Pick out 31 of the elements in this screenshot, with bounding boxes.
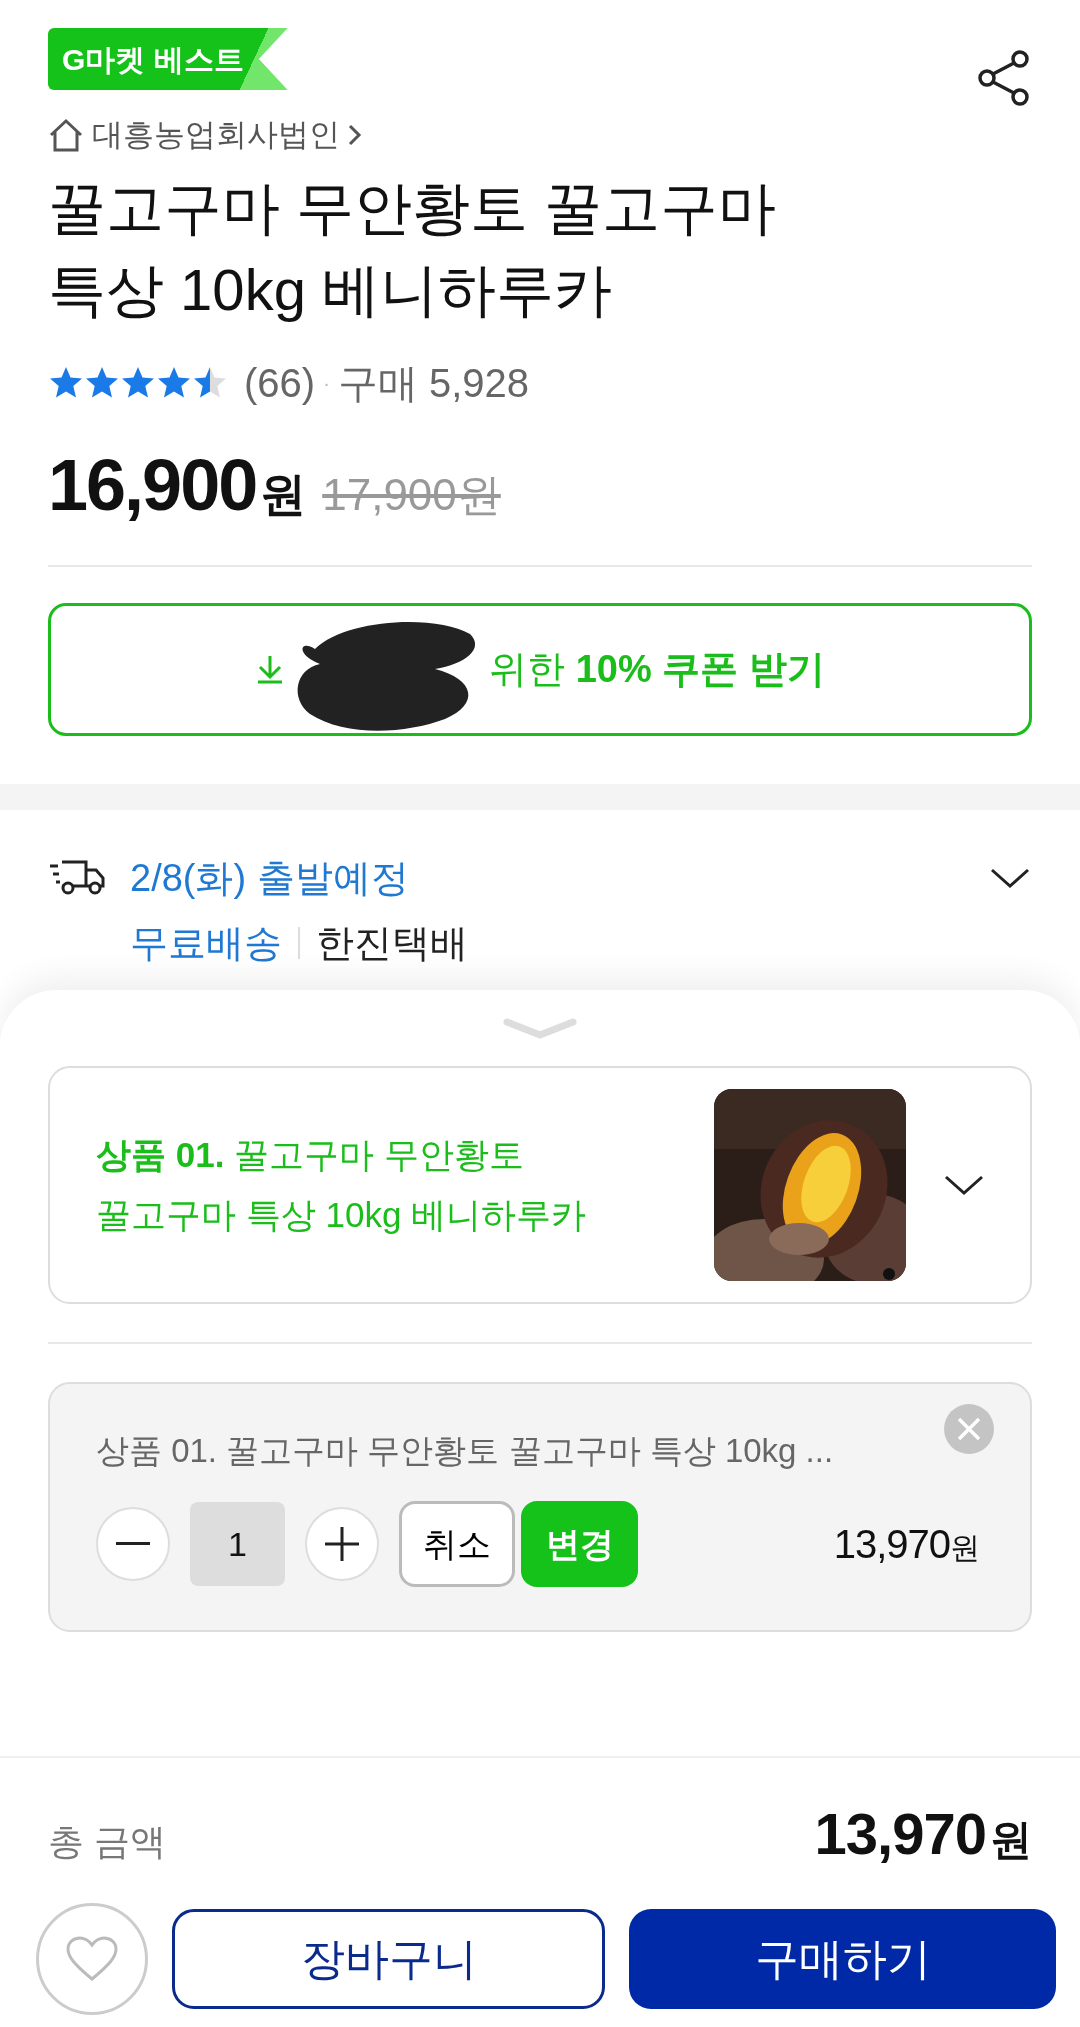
price-unit: 원	[990, 1815, 1032, 1865]
sheet-handle-icon[interactable]	[503, 1017, 577, 1040]
option-name: 상품 01. 꿀고구마 무안황토 꿀고구마 특상 10kg 베니하루카	[96, 1133, 588, 1236]
sale-price: 16,900	[48, 443, 257, 527]
cart-button[interactable]: 장바구니	[172, 1909, 605, 2009]
total-label: 총 금액	[48, 1820, 166, 1864]
price-unit: 원	[950, 1531, 980, 1566]
coupon-text: 위한 10% 쿠폰 받기	[489, 646, 825, 692]
total-amount: 13,970	[814, 1800, 986, 1868]
minus-icon	[116, 1542, 150, 1546]
product-title: 꿀고구마 무안황토 꿀고구마 특상 10kg 베니하루카	[48, 173, 778, 324]
heart-icon	[65, 1935, 119, 1983]
selected-item-name: 상품 01. 꿀고구마 무안황토 꿀고구마 특상 10kg ...	[96, 1430, 834, 1471]
purchase-count: 구매 5,928	[337, 359, 530, 407]
original-price: 17,900원	[322, 468, 501, 521]
shipping-fee: 무료배송	[130, 920, 282, 966]
best-badge: G마켓 베스트	[48, 28, 288, 90]
courier-name: 한진택배	[316, 920, 468, 966]
review-count[interactable]: (66)	[244, 352, 316, 413]
quantity-field[interactable]: 1	[190, 1502, 285, 1586]
chevron-right-icon	[348, 124, 362, 147]
price-unit: 원	[260, 466, 307, 522]
home-icon	[48, 118, 84, 153]
separator-dot: ·	[323, 370, 330, 396]
item-price: 13,970	[833, 1521, 950, 1568]
plus-icon	[325, 1527, 359, 1561]
seller-link[interactable]: 대흥농업회사법인	[48, 112, 362, 159]
share-icon[interactable]	[976, 50, 1032, 106]
cancel-button[interactable]: 취소	[399, 1501, 515, 1587]
dispatch-date: 2/8(화) 출발예정	[130, 855, 410, 901]
buy-button[interactable]: 구매하기	[629, 1909, 1056, 2009]
